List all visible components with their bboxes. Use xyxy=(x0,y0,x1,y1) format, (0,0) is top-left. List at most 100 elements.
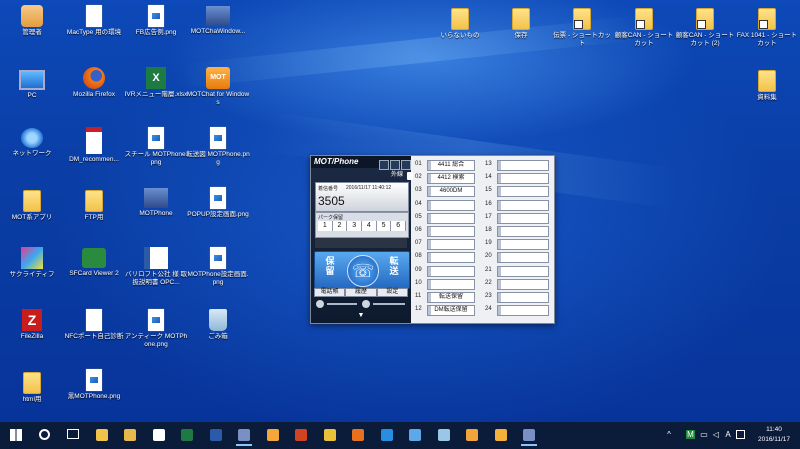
icons_left-icon-item[interactable]: MOT系アプリ xyxy=(0,184,64,246)
line-row[interactable]: 02 4412 検索 xyxy=(415,172,481,185)
taskbar-button[interactable] xyxy=(35,425,55,446)
icons_left-icon-item[interactable]: MacType 用の環境 xyxy=(62,2,126,64)
park-slot[interactable]: 5 xyxy=(376,221,392,231)
line-row[interactable]: 06 xyxy=(415,225,481,237)
line-button[interactable]: 4411 総合 xyxy=(427,160,475,171)
line-button[interactable] xyxy=(427,239,475,251)
volume-icon[interactable]: ◁ xyxy=(712,430,720,439)
icons_right-icon-item[interactable]: FAX 1041 - ショートカット xyxy=(735,2,799,64)
line-button[interactable] xyxy=(497,226,549,237)
taskbar-button[interactable] xyxy=(291,425,311,446)
park-slot[interactable]: 2 xyxy=(332,221,348,231)
taskbar-button[interactable] xyxy=(206,425,226,446)
function-button[interactable]: 履歴 xyxy=(345,288,377,297)
line-row[interactable]: 17 xyxy=(485,212,551,224)
icons_left-icon-item[interactable]: MOT MOTChat for Windows xyxy=(186,64,250,126)
icons_left-icon-item[interactable]: POPUP設定画面.png xyxy=(186,184,250,246)
input-mode-indicator[interactable]: A xyxy=(724,430,732,439)
line-row[interactable]: 21 xyxy=(485,265,551,277)
line-button[interactable] xyxy=(497,212,549,224)
line-row[interactable]: 09 xyxy=(415,265,481,277)
icons_left-icon-item[interactable]: ごみ箱 xyxy=(186,306,250,368)
line-row[interactable]: 22 xyxy=(485,278,551,290)
icons_left-icon-item[interactable]: MOTPhone xyxy=(124,184,188,246)
taskbar-button[interactable] xyxy=(6,425,26,446)
phone-handset-button[interactable]: ☏ xyxy=(347,255,379,287)
line-row[interactable]: 12 DM転送保留 xyxy=(415,304,481,317)
taskbar-button[interactable] xyxy=(462,425,482,446)
line-row[interactable]: 18 xyxy=(485,225,551,237)
icons_right-icon-item[interactable]: 顧客CAN - ショートカット xyxy=(612,2,676,64)
line-row[interactable]: 14 xyxy=(485,172,551,185)
taskbar-button[interactable] xyxy=(263,425,283,446)
mic-volume-slider[interactable] xyxy=(327,303,357,305)
line-row[interactable]: 23 xyxy=(485,291,551,303)
taskbar-button[interactable] xyxy=(120,425,140,446)
taskbar-button[interactable] xyxy=(234,425,254,446)
icons_left-icon-item[interactable]: ネットワーク xyxy=(0,124,64,186)
icons_left-icon-item[interactable]: バリロフト公社 様 取扱説明書 OPC... xyxy=(124,244,188,306)
line-button[interactable] xyxy=(497,173,549,185)
taskbar-button[interactable] xyxy=(405,425,425,446)
icons_left-icon-item[interactable]: MOTPhone設定画面.png xyxy=(186,244,250,306)
line-row[interactable]: 15 xyxy=(485,185,551,198)
icons_left-icon-item[interactable]: Z FileZilla xyxy=(0,306,64,368)
line-button[interactable] xyxy=(427,252,475,264)
taskbar-button[interactable] xyxy=(177,425,197,446)
ime-indicator[interactable]: M xyxy=(686,430,695,439)
icons_right-icon-item[interactable]: いらないもの xyxy=(428,2,492,64)
line-button[interactable] xyxy=(497,265,549,277)
line-button[interactable] xyxy=(497,239,549,251)
park-slot[interactable]: 1 xyxy=(318,221,333,231)
line-button[interactable]: DM転送保留 xyxy=(427,305,475,317)
icons_right-icon-item[interactable]: 顧客CAN - ショートカット (2) xyxy=(673,2,737,64)
park-slot[interactable]: 3 xyxy=(347,221,363,231)
taskbar-button[interactable] xyxy=(434,425,454,446)
line-button[interactable] xyxy=(497,160,549,171)
icons_left-icon-item[interactable]: SFCard Viewer 2 xyxy=(62,244,126,306)
line-button[interactable] xyxy=(427,212,475,224)
park-slot[interactable]: 6 xyxy=(391,221,407,231)
line-button[interactable] xyxy=(427,226,475,237)
taskbar-button[interactable] xyxy=(491,425,511,446)
line-button[interactable]: 4412 検索 xyxy=(427,173,475,185)
expand-chevron-icon[interactable]: ▼ xyxy=(311,312,411,322)
line-row[interactable]: 19 xyxy=(485,238,551,251)
keyboard-icon[interactable] xyxy=(736,430,745,439)
icons_left-icon-item[interactable]: DM_recommen... xyxy=(62,124,126,186)
line-row[interactable]: 10 xyxy=(415,278,481,290)
motphone-titlebar[interactable]: MOT/Phone xyxy=(311,156,411,170)
line-row[interactable]: 11 転送保留 xyxy=(415,291,481,303)
motphone-window[interactable]: MOT/Phone 外線 着信番号 2016/11/17 11:40:12 35… xyxy=(310,155,555,324)
line-button[interactable] xyxy=(497,252,549,264)
line-button[interactable] xyxy=(497,199,549,211)
line-button[interactable] xyxy=(427,199,475,211)
function-button[interactable]: 設定 xyxy=(376,288,408,297)
line-button[interactable] xyxy=(497,305,549,317)
icons_right-icon-item[interactable]: 伝票 - ショートカット xyxy=(550,2,614,64)
taskbar-button[interactable] xyxy=(320,425,340,446)
line-button[interactable]: 4600DM xyxy=(427,186,475,198)
tray-up-arrow-icon[interactable]: ^ xyxy=(665,430,673,439)
taskbar-button[interactable] xyxy=(519,425,539,446)
line-row[interactable]: 01 4411 総合 xyxy=(415,159,481,171)
line-row[interactable]: 20 xyxy=(485,251,551,264)
line-row[interactable]: 08 xyxy=(415,251,481,264)
icons_left-icon-item[interactable]: 管理者 xyxy=(0,2,64,64)
line-row[interactable]: 05 xyxy=(415,212,481,224)
icons_left-icon-item[interactable]: FB広告例.png xyxy=(124,2,188,64)
line-button[interactable] xyxy=(497,186,549,198)
taskbar-button[interactable] xyxy=(348,425,368,446)
icons_left-icon-item[interactable]: X IVRメニュー階層.xlsx xyxy=(124,64,188,126)
line-button[interactable] xyxy=(427,265,475,277)
icons_left-icon-item[interactable]: NFCポート自己診断 xyxy=(62,306,126,368)
icons_left-icon-item[interactable]: サクライティフ xyxy=(0,244,64,306)
line-button[interactable] xyxy=(497,278,549,290)
icons_left-icon-item[interactable]: Mozilla Firefox xyxy=(62,64,126,126)
speaker-volume-slider[interactable] xyxy=(373,303,405,305)
icons_left-icon-item[interactable]: スチール MOTPhone.png xyxy=(124,124,188,186)
line-button[interactable]: 転送保留 xyxy=(427,292,475,303)
icons_left-icon-item[interactable]: FTP用 xyxy=(62,184,126,246)
line-row[interactable]: 13 xyxy=(485,159,551,171)
line-row[interactable]: 16 xyxy=(485,199,551,211)
